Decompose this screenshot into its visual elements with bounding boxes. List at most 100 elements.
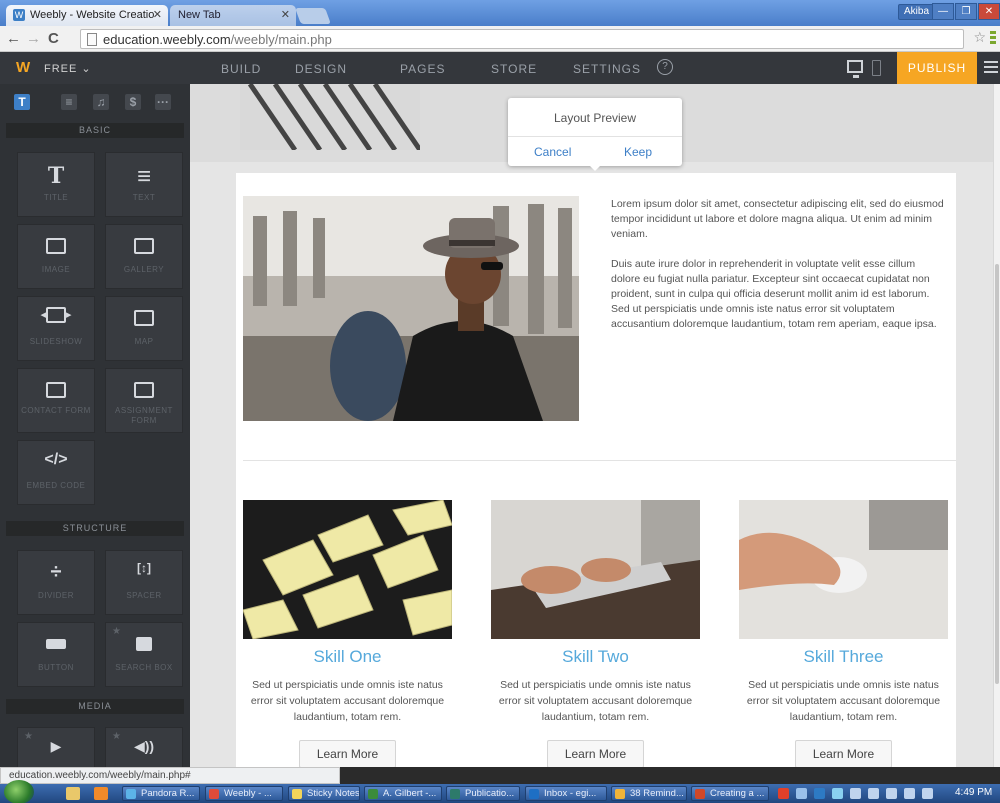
tray-icon[interactable] [886, 788, 897, 799]
skill-title[interactable]: Skill Three [739, 647, 948, 667]
tray-icon[interactable] [814, 788, 825, 799]
url-input[interactable]: education.weebly.com/weebly/main.php [80, 29, 964, 49]
intro-text[interactable]: Lorem ipsum dolor sit amet, consectetur … [611, 197, 946, 347]
plan-dropdown[interactable]: FREE ⌄ [44, 62, 92, 75]
tray-icon[interactable] [832, 788, 843, 799]
learn-more-button[interactable]: Learn More [299, 740, 396, 767]
element-text[interactable]: ≡ TEXT [105, 152, 183, 217]
nav-build[interactable]: BUILD [221, 62, 261, 76]
element-title[interactable]: T TITLE [17, 152, 95, 217]
weebly-logo[interactable]: W [16, 59, 30, 76]
skill-image[interactable] [739, 500, 948, 639]
taskbar-item[interactable]: Pandora R... [122, 786, 200, 801]
element-image[interactable]: IMAGE [17, 224, 95, 289]
tab-close-icon[interactable]: ✕ [153, 8, 162, 21]
tab-weebly[interactable]: W Weebly - Website Creatio ✕ [6, 5, 168, 26]
element-embed-code[interactable]: </> EMBED CODE [17, 440, 95, 505]
reload-icon[interactable]: C [48, 30, 59, 47]
skill-column-one: Skill One Sed ut perspiciatis unde omnis… [243, 500, 452, 767]
taskbar-item[interactable]: 38 Remind... [611, 786, 687, 801]
browser-menu-icon[interactable] [990, 31, 996, 45]
tray-icon[interactable] [778, 788, 789, 799]
skill-description[interactable]: Sed ut perspiciatis unde omnis iste natu… [491, 677, 700, 725]
back-icon[interactable]: ← [6, 30, 21, 47]
hero-photo[interactable] [243, 196, 579, 421]
canvas-scrollbar[interactable] [993, 84, 1000, 767]
commerce-category-icon[interactable]: $ [125, 94, 141, 110]
skill-description[interactable]: Sed ut perspiciatis unde omnis iste natu… [243, 677, 452, 725]
section-media: MEDIA [6, 699, 184, 714]
element-audio[interactable]: ★ ◀)) [105, 727, 183, 767]
menu-icon[interactable] [984, 61, 998, 76]
keep-button[interactable]: Keep [624, 145, 652, 159]
taskbar-item[interactable]: Inbox - egi... [525, 786, 607, 801]
divider-icon: ÷ [50, 561, 62, 583]
skill-image[interactable] [491, 500, 700, 639]
tab-close-icon[interactable]: ✕ [281, 8, 290, 21]
address-bar: ← → C education.weebly.com/weebly/main.p… [0, 26, 1000, 52]
cancel-button[interactable]: Cancel [534, 145, 571, 159]
volume-icon[interactable] [922, 788, 933, 799]
explorer-icon[interactable] [66, 787, 80, 800]
profile-badge[interactable]: Akiba [898, 4, 936, 20]
element-button[interactable]: BUTTON [17, 622, 95, 687]
start-button[interactable] [4, 780, 34, 803]
skill-description[interactable]: Sed ut perspiciatis unde omnis iste natu… [739, 677, 948, 725]
minimize-icon[interactable]: — [932, 3, 954, 20]
tab-new[interactable]: New Tab ✕ [170, 5, 296, 26]
nav-settings[interactable]: SETTINGS [573, 62, 641, 76]
nav-pages[interactable]: PAGES [400, 62, 445, 76]
media-player-icon[interactable] [94, 787, 108, 800]
layout-preview-popup: Layout Preview Cancel Keep [508, 98, 682, 171]
taskbar-item[interactable]: A. Gilbert -... [364, 786, 442, 801]
help-icon[interactable]: ? [657, 59, 673, 75]
audio-icon: ◀)) [133, 738, 155, 754]
section-basic: BASIC [6, 123, 184, 138]
skill-title[interactable]: Skill One [243, 647, 452, 667]
element-map[interactable]: MAP [105, 296, 183, 361]
map-icon [106, 307, 182, 328]
element-search-box[interactable]: ★ SEARCH BOX [105, 622, 183, 687]
page-content: Lorem ipsum dolor sit amet, consectetur … [236, 173, 956, 767]
publish-button[interactable]: PUBLISH [897, 52, 977, 84]
learn-more-button[interactable]: Learn More [795, 740, 892, 767]
close-window-icon[interactable]: ✕ [978, 3, 1000, 20]
weebly-favicon-icon: W [13, 9, 25, 21]
element-assignment-form[interactable]: ASSIGNMENT FORM [105, 368, 183, 433]
structure-category-icon[interactable]: ≡ [61, 94, 77, 110]
tray-icon[interactable] [850, 788, 861, 799]
taskbar-item[interactable]: Sticky Notes [288, 786, 360, 801]
taskbar-item[interactable]: Creating a ... [691, 786, 769, 801]
slideshow-icon: ◂ ▸ [18, 307, 94, 323]
header-image[interactable] [240, 84, 420, 150]
desktop-view-icon[interactable] [847, 60, 863, 78]
media-category-icon[interactable]: ♫ [93, 94, 109, 110]
nav-design[interactable]: DESIGN [295, 62, 347, 76]
popup-arrow [588, 164, 602, 171]
skill-image[interactable] [243, 500, 452, 639]
element-video[interactable]: ★ ▶ [17, 727, 95, 767]
bookmark-star-icon[interactable]: ☆ [973, 29, 986, 46]
intro-paragraph: Duis aute irure dolor in reprehenderit i… [611, 258, 937, 330]
clock[interactable]: 4:49 PM [955, 787, 992, 798]
editor-canvas[interactable]: Lorem ipsum dolor sit amet, consectetur … [190, 84, 993, 767]
forward-icon[interactable]: → [26, 30, 41, 47]
new-tab-button[interactable] [295, 8, 331, 24]
network-icon[interactable] [904, 788, 915, 799]
tray-icon[interactable] [796, 788, 807, 799]
skill-title[interactable]: Skill Two [491, 647, 700, 667]
mobile-view-icon[interactable] [872, 60, 881, 76]
element-gallery[interactable]: GALLERY [105, 224, 183, 289]
tray-icon[interactable] [868, 788, 879, 799]
more-category-icon[interactable]: ··· [155, 94, 171, 110]
element-spacer[interactable]: [↕] SPACER [105, 550, 183, 615]
restore-icon[interactable]: ❐ [955, 3, 977, 20]
taskbar-item[interactable]: Publicatio... [446, 786, 520, 801]
nav-store[interactable]: STORE [491, 62, 537, 76]
basic-category-icon[interactable]: T [14, 94, 30, 110]
taskbar-item[interactable]: Weebly - ... [205, 786, 283, 801]
learn-more-button[interactable]: Learn More [547, 740, 644, 767]
element-divider[interactable]: ÷ DIVIDER [17, 550, 95, 615]
element-contact-form[interactable]: CONTACT FORM [17, 368, 95, 433]
element-slideshow[interactable]: ◂ ▸ SLIDESHOW [17, 296, 95, 361]
